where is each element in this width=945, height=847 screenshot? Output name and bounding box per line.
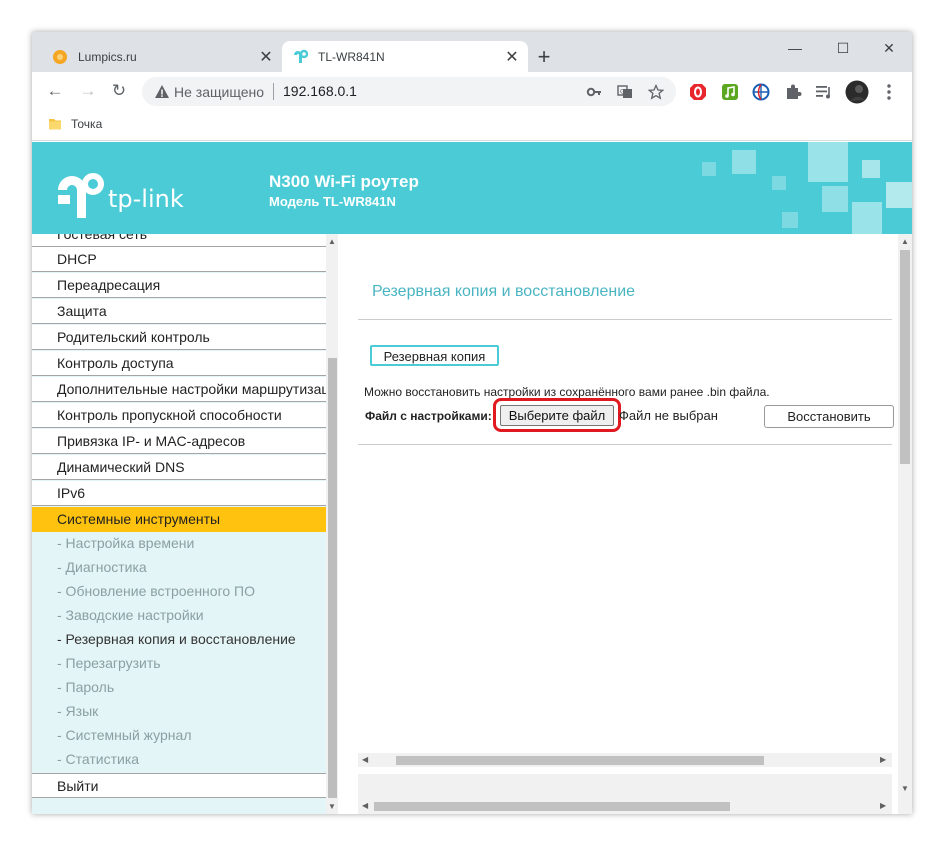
star-icon[interactable] <box>648 84 664 100</box>
submenu-diagnostics[interactable]: - Диагностика <box>57 555 147 579</box>
router-page: tp-link N300 Wi-Fi роутер Модель TL-WR84… <box>32 142 912 814</box>
back-button[interactable]: ← <box>42 78 68 104</box>
scroll-down-arrow-icon[interactable]: ▼ <box>328 802 336 811</box>
menu-forwarding[interactable]: Переадресация <box>32 273 326 298</box>
tab-title: TL-WR841N <box>318 49 385 64</box>
folder-icon <box>49 119 61 130</box>
tab-close-icon[interactable]: ✕ <box>254 47 278 67</box>
menu-bandwidth-control[interactable]: Контроль пропускной способности <box>32 403 326 428</box>
submenu-time-settings[interactable]: - Настройка времени <box>57 531 194 555</box>
submenu-firmware-upgrade[interactable]: - Обновление встроенного ПО <box>57 579 255 603</box>
router-model-name: N300 Wi-Fi роутер <box>269 172 419 191</box>
minimize-button[interactable]: — <box>772 36 818 60</box>
key-icon[interactable] <box>586 84 602 100</box>
scrollbar-thumb[interactable] <box>900 250 910 464</box>
tab-router[interactable]: TL-WR841N ✕ <box>282 41 528 72</box>
sidebar-scrollbar[interactable]: ▲ ▼ <box>326 234 338 814</box>
submenu-system-log[interactable]: - Системный журнал <box>57 723 192 747</box>
router-header: tp-link N300 Wi-Fi роутер Модель TL-WR84… <box>32 142 912 234</box>
brand-text: tp-link <box>108 185 184 213</box>
menu-dynamic-dns[interactable]: Динамический DNS <box>32 455 326 480</box>
kebab-menu-icon[interactable] <box>882 83 896 101</box>
scroll-left-arrow-icon[interactable]: ◀ <box>362 801 368 810</box>
scrollbar-thumb[interactable] <box>396 756 764 765</box>
menu-advanced-routing[interactable]: Дополнительные настройки маршрутизации <box>32 377 326 402</box>
submenu-language[interactable]: - Язык <box>57 699 98 723</box>
opera-extension-icon[interactable] <box>689 83 707 101</box>
header-decoration <box>702 142 912 234</box>
submenu-password[interactable]: - Пароль <box>57 675 114 699</box>
menu-system-tools[interactable]: Системные инструменты <box>32 507 326 532</box>
tab-title: Lumpics.ru <box>78 49 137 64</box>
scrollbar-thumb[interactable] <box>328 358 337 798</box>
menu-dhcp[interactable]: DHCP <box>32 247 326 272</box>
menu-parental-control[interactable]: Родительский контроль <box>32 325 326 350</box>
menu-access-control[interactable]: Контроль доступа <box>32 351 326 376</box>
bookmark-label: Точка <box>71 117 103 131</box>
page-title: Резервная копия и восстановление <box>372 283 636 300</box>
file-label: Файл с настройками: <box>365 409 492 423</box>
menu-ipv6[interactable]: IPv6 <box>32 481 326 506</box>
highlight-outline <box>493 398 621 432</box>
scroll-left-arrow-icon[interactable]: ◀ <box>362 755 368 764</box>
url-text[interactable]: 192.168.0.1 <box>283 83 357 99</box>
warning-icon <box>155 85 169 98</box>
omnibox-divider <box>273 83 274 100</box>
music-extension-icon[interactable] <box>721 83 739 101</box>
scroll-up-arrow-icon[interactable]: ▲ <box>328 237 336 246</box>
scroll-right-arrow-icon[interactable]: ▶ <box>880 755 886 764</box>
browser-window: Lumpics.ru ✕ TL-WR841N ✕ + — ☐ ✕ ← → ↻ Н… <box>32 32 912 814</box>
forward-button[interactable]: → <box>75 78 101 104</box>
security-status[interactable]: Не защищено <box>174 84 264 100</box>
tab-lumpics[interactable]: Lumpics.ru ✕ <box>40 41 282 72</box>
svg-text:G: G <box>620 89 625 96</box>
media-queue-icon[interactable] <box>815 83 833 101</box>
lumpics-favicon-icon <box>53 49 67 64</box>
menu-logout[interactable]: Выйти <box>32 773 326 798</box>
outer-horizontal-scrollbar[interactable]: ◀ ▶ <box>358 798 892 814</box>
reload-button[interactable]: ↻ <box>106 78 132 104</box>
router-sidebar: Гостевая сеть DHCP Переадресация Защита … <box>32 234 338 814</box>
bottom-frame <box>358 774 892 798</box>
content-divider <box>358 444 892 445</box>
menu-security[interactable]: Защита <box>32 299 326 324</box>
bookmarks-bar: Точка <box>32 110 912 141</box>
content-vertical-scrollbar[interactable]: ▲ ▼ <box>898 234 912 814</box>
router-model-number: Модель TL-WR841N <box>269 194 396 209</box>
submenu-backup-restore[interactable]: - Резервная копия и восстановление <box>57 627 296 651</box>
submenu-factory-defaults[interactable]: - Заводские настройки <box>57 603 204 627</box>
menu-guest-network[interactable]: Гостевая сеть <box>32 234 326 247</box>
translate-icon[interactable]: G <box>617 84 633 100</box>
submenu-statistics[interactable]: - Статистика <box>57 747 139 771</box>
backup-button[interactable]: Резервная копия <box>370 345 499 366</box>
scroll-down-arrow-icon[interactable]: ▼ <box>901 784 909 793</box>
tplink-favicon-icon <box>294 49 308 63</box>
puzzle-icon[interactable] <box>784 83 802 101</box>
browser-toolbar: ← → ↻ Не защищено 192.168.0.1 G <box>32 72 912 110</box>
bookmark-folder[interactable]: Точка <box>48 117 102 131</box>
restore-note: Можно восстановить настройки из сохранён… <box>364 385 770 399</box>
submenu-reboot[interactable]: - Перезагрузить <box>57 651 161 675</box>
no-file-text: Файл не выбран <box>619 408 718 423</box>
vpn-extension-icon[interactable] <box>752 83 770 101</box>
profile-avatar[interactable] <box>845 80 869 104</box>
content-area: Резервная копия и восстановление Резервн… <box>358 234 912 814</box>
tab-strip: Lumpics.ru ✕ TL-WR841N ✕ + — ☐ ✕ <box>32 32 912 72</box>
scroll-right-arrow-icon[interactable]: ▶ <box>880 801 886 810</box>
close-window-button[interactable]: ✕ <box>866 36 912 60</box>
inner-horizontal-scrollbar[interactable]: ◀ ▶ <box>358 753 892 767</box>
restore-button[interactable]: Восстановить <box>764 405 894 428</box>
scrollbar-thumb[interactable] <box>374 802 730 811</box>
scroll-up-arrow-icon[interactable]: ▲ <box>901 237 909 246</box>
tab-close-icon[interactable]: ✕ <box>500 47 524 67</box>
address-bar[interactable]: Не защищено 192.168.0.1 G <box>142 77 676 106</box>
maximize-button[interactable]: ☐ <box>820 36 866 60</box>
tplink-logo: tp-link <box>58 173 184 218</box>
title-divider <box>358 319 892 320</box>
new-tab-button[interactable]: + <box>532 45 556 69</box>
menu-ip-mac-binding[interactable]: Привязка IP- и MAC-адресов <box>32 429 326 454</box>
